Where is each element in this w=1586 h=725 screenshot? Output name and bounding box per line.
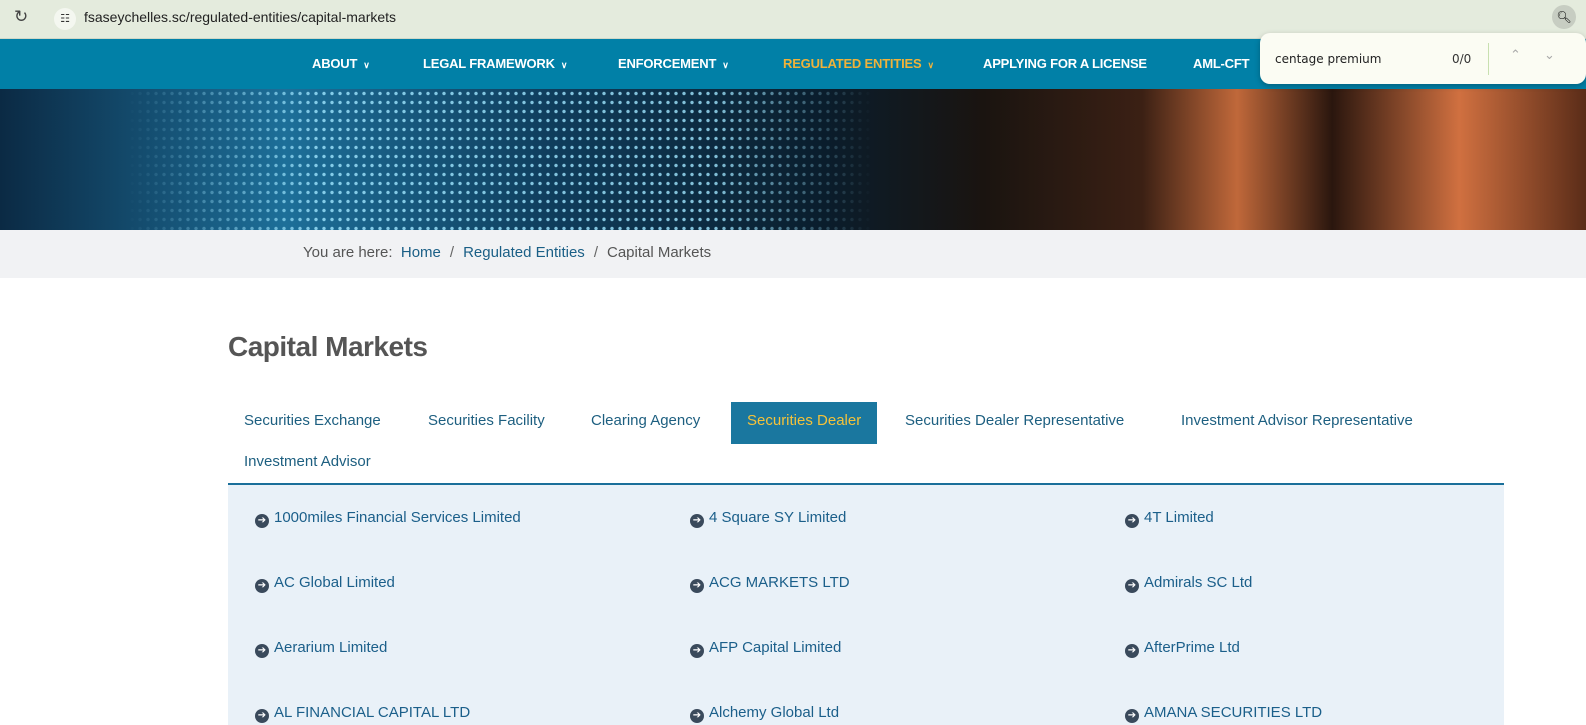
find-input[interactable]: centage premium bbox=[1275, 52, 1381, 66]
nav-item-applying-for-a-license[interactable]: APPLYING FOR A LICENSE bbox=[983, 56, 1147, 71]
breadcrumb-sep: / bbox=[593, 244, 598, 261]
hero-banner bbox=[0, 89, 1586, 230]
entity-link[interactable]: ➔ 1000miles Financial Services Limited bbox=[255, 509, 521, 528]
chevron-up-icon[interactable]: ⌃ bbox=[1510, 48, 1521, 63]
entity-link[interactable]: ➔ Alchemy Global Ltd bbox=[690, 704, 839, 723]
entity-link[interactable]: ➔ ACG MARKETS LTD bbox=[690, 574, 850, 593]
arrow-circle-right-icon: ➔ bbox=[255, 644, 269, 658]
entity-name: AfterPrime Ltd bbox=[1144, 639, 1240, 656]
chevron-down-icon: ∨ bbox=[722, 60, 729, 70]
entity-link[interactable]: ➔ Admirals SC Ltd bbox=[1125, 574, 1252, 593]
breadcrumb-sep: / bbox=[449, 244, 455, 261]
nav-label: LEGAL FRAMEWORK bbox=[423, 56, 555, 71]
nav-item-aml-cft[interactable]: AML-CFT bbox=[1193, 56, 1250, 71]
entity-list: ➔ 1000miles Financial Services Limited ➔ 4 … bbox=[228, 485, 1504, 725]
breadcrumb-home[interactable]: Home bbox=[401, 244, 441, 261]
entity-name: 1000miles Financial Services Limited bbox=[274, 509, 521, 526]
breadcrumb: You are here: Home / Regulated Entities / Ca… bbox=[0, 230, 1586, 278]
breadcrumb-current: Capital Markets bbox=[606, 244, 712, 261]
tab-securities-dealer-representative[interactable]: Securities Dealer Representative bbox=[889, 402, 1140, 444]
entity-name: Alchemy Global Ltd bbox=[709, 704, 840, 721]
arrow-circle-right-icon: ➔ bbox=[690, 709, 704, 723]
breadcrumb-prefix: You are here: bbox=[303, 244, 393, 261]
arrow-circle-right-icon: ➔ bbox=[690, 514, 704, 528]
address-bar[interactable]: ☷ fsaseychelles.sc/regulated-entities/ca… bbox=[46, 3, 1546, 34]
find-count: 0/0 bbox=[1452, 52, 1472, 66]
url-text[interactable]: fsaseychelles.sc/regulated-entities/capi… bbox=[84, 9, 396, 25]
arrow-circle-right-icon: ➔ bbox=[690, 644, 704, 658]
tab-bar: Securities Exchange Securities Facility Cl… bbox=[228, 402, 1504, 485]
tab-investment-advisor[interactable]: Investment Advisor bbox=[228, 443, 387, 485]
entity-name: AMANA SECURITIES LTD bbox=[1144, 704, 1323, 721]
entity-name: Aerarium Limited bbox=[274, 639, 388, 656]
entity-link[interactable]: ➔ AMANA SECURITIES LTD bbox=[1125, 704, 1322, 723]
entity-name: AL FINANCIAL CAPITAL LTD bbox=[274, 704, 471, 721]
arrow-circle-right-icon: ➔ bbox=[1125, 514, 1139, 528]
nav-item-enforcement[interactable]: ENFORCEMENT ∨ bbox=[618, 56, 729, 71]
entity-link[interactable]: ➔ Aerarium Limited bbox=[255, 639, 387, 658]
arrow-circle-right-icon: ➔ bbox=[1125, 644, 1139, 658]
entity-name: 4 Square SY Limited bbox=[709, 509, 847, 526]
find-bar: centage premium 0/0 ⌃ ⌄ bbox=[1260, 33, 1586, 84]
entity-link[interactable]: ➔ 4T Limited bbox=[1125, 509, 1214, 528]
nav-label: ENFORCEMENT bbox=[618, 56, 717, 71]
arrow-circle-right-icon: ➔ bbox=[1125, 579, 1139, 593]
entity-link[interactable]: ➔ AC Global Limited bbox=[255, 574, 395, 593]
entity-link[interactable]: ➔ AfterPrime Ltd bbox=[1125, 639, 1240, 658]
chevron-down-icon: ∨ bbox=[927, 60, 934, 70]
entity-link[interactable]: ➔ AFP Capital Limited bbox=[690, 639, 841, 658]
site-settings-icon[interactable]: ☷ bbox=[54, 8, 76, 30]
arrow-circle-right-icon: ➔ bbox=[255, 514, 269, 528]
nav-label: ABOUT bbox=[312, 56, 358, 71]
breadcrumb-parent[interactable]: Regulated Entities bbox=[463, 244, 585, 261]
tab-clearing-agency[interactable]: Clearing Agency bbox=[575, 402, 716, 444]
page-title: Capital Markets bbox=[228, 331, 428, 362]
entity-link[interactable]: ➔ AL FINANCIAL CAPITAL LTD bbox=[255, 704, 470, 723]
tab-securities-dealer[interactable]: Securities Dealer bbox=[731, 402, 878, 444]
arrow-circle-right-icon: ➔ bbox=[1125, 709, 1139, 723]
page-search-icon[interactable]: 🔍︎ bbox=[1552, 5, 1576, 29]
arrow-circle-right-icon: ➔ bbox=[255, 579, 269, 593]
nav-item-about[interactable]: ABOUT ∨ bbox=[312, 56, 370, 71]
chevron-down-icon: ∨ bbox=[560, 60, 568, 70]
entity-name: ACG MARKETS LTD bbox=[709, 574, 850, 591]
entity-name: 4T Limited bbox=[1144, 509, 1214, 526]
entity-name: AC Global Limited bbox=[274, 574, 395, 591]
tab-securities-facility[interactable]: Securities Facility bbox=[412, 402, 561, 444]
nav-item-regulated-entities[interactable]: REGULATED ENTITIES ∨ bbox=[783, 56, 934, 71]
entity-link[interactable]: ➔ 4 Square SY Limited bbox=[690, 509, 846, 528]
entity-name: Admirals SC Ltd bbox=[1144, 574, 1253, 591]
arrow-circle-right-icon: ➔ bbox=[690, 579, 704, 593]
nav-label: APPLYING FOR A LICENSE bbox=[983, 56, 1147, 71]
nav-item-legal-framework[interactable]: LEGAL FRAMEWORK ∨ bbox=[423, 56, 567, 71]
nav-label: AML-CFT bbox=[1193, 56, 1250, 71]
entity-name: AFP Capital Limited bbox=[709, 639, 842, 656]
arrow-circle-right-icon: ➔ bbox=[255, 709, 269, 723]
tab-investment-advisor-representative[interactable]: Investment Advisor Representative bbox=[1165, 402, 1429, 444]
tab-securities-exchange[interactable]: Securities Exchange bbox=[228, 402, 397, 444]
chevron-down-icon[interactable]: ⌄ bbox=[1544, 48, 1555, 63]
chevron-down-icon: ∨ bbox=[363, 60, 370, 70]
divider bbox=[1488, 43, 1489, 75]
reload-icon[interactable]: ↻ bbox=[14, 7, 28, 27]
nav-label: REGULATED ENTITIES bbox=[783, 56, 922, 71]
